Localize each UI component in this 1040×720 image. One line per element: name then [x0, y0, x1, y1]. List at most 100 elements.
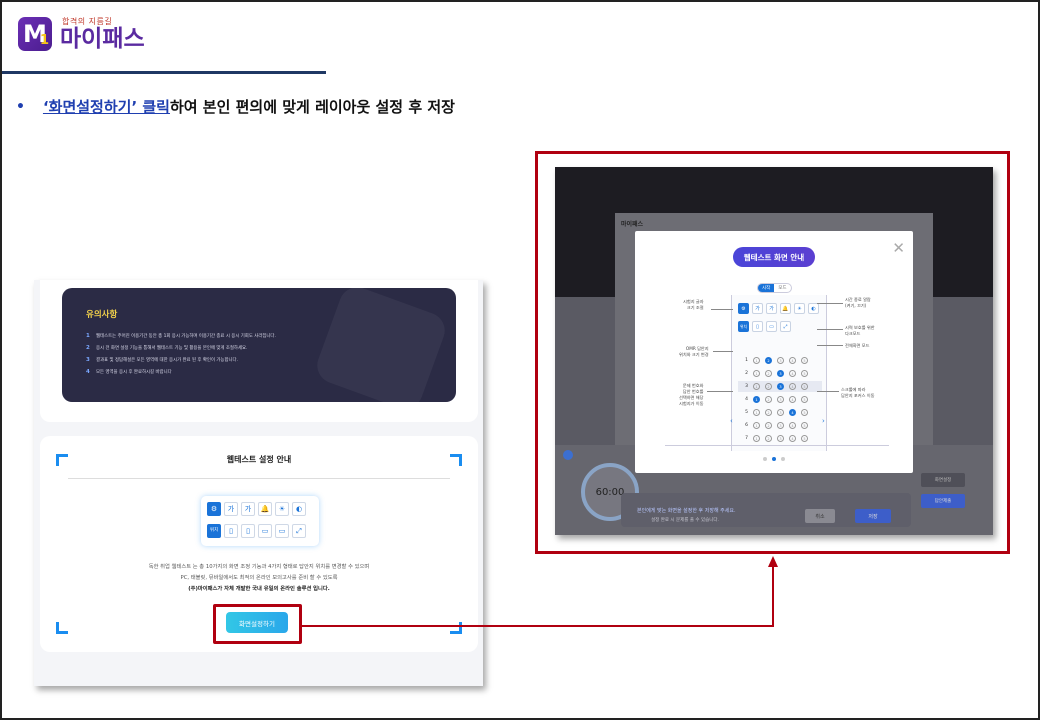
- bell-icon: 🔔: [258, 502, 272, 516]
- answer-bubble[interactable]: 2: [765, 409, 772, 416]
- annotation-scroll-focus: 스크롤에 따라 답안지 포커스 이동: [841, 387, 875, 398]
- answer-bubble[interactable]: 1: [753, 383, 760, 390]
- corner-bracket-icon: [56, 622, 68, 634]
- answer-bubble[interactable]: 4: [789, 370, 796, 377]
- answer-bubble[interactable]: 5: [801, 383, 808, 390]
- guide-title: 웹테스트 설정 안내: [226, 455, 292, 464]
- answer-bubble[interactable]: 4: [789, 383, 796, 390]
- instruction-line: • ‘화면설정하기’ 클릭 하여 본인 편의에 맞게 레이아웃 설정 후 저장: [16, 96, 455, 117]
- answer-bubble[interactable]: 2: [765, 370, 772, 377]
- answer-bubble[interactable]: 3: [777, 383, 784, 390]
- answer-bubble[interactable]: 4: [789, 422, 796, 429]
- instruction-link[interactable]: ‘화면설정하기’ 클릭: [43, 96, 170, 117]
- answer-bubble[interactable]: 4: [789, 396, 796, 403]
- answer-bubble[interactable]: 5: [801, 370, 808, 377]
- answer-bubble[interactable]: 3: [777, 422, 784, 429]
- font-size-up-icon: 가: [752, 303, 763, 314]
- close-icon[interactable]: ✕: [892, 241, 905, 256]
- dark-mode-icon: ◐: [808, 303, 819, 314]
- bullet-icon: •: [16, 98, 25, 115]
- answer-row: 612345: [738, 420, 822, 431]
- cancel-button[interactable]: 취소: [805, 509, 835, 523]
- notice-list: 1 웹테스트는 주어진 이용기간 동안 총 1회 응시 가능하며 이용기간 종료 …: [86, 330, 276, 378]
- answer-bubble[interactable]: 2: [765, 396, 772, 403]
- answer-bubble[interactable]: 1: [753, 370, 760, 377]
- guide-description: 독한 취업 웹테스트 는 총 10가지의 화면 조정 기능과 4가지 형태로 답…: [148, 564, 370, 592]
- corner-bracket-icon: [450, 622, 462, 634]
- answer-bubble[interactable]: 5: [801, 435, 808, 442]
- modal-title: 웹테스트 화면 안내: [733, 247, 815, 267]
- pagination-dots: [763, 457, 785, 461]
- answer-bubble[interactable]: 3: [777, 409, 784, 416]
- font-size-down-icon: 가: [241, 502, 255, 516]
- annotation-line: [711, 309, 733, 310]
- answer-row: 712345: [738, 433, 822, 444]
- answer-bubble[interactable]: 5: [801, 357, 808, 364]
- answer-bubble[interactable]: 5: [801, 422, 808, 429]
- pagination-dot-active[interactable]: [772, 457, 776, 461]
- question-number[interactable]: 4: [738, 397, 748, 402]
- answer-bubble[interactable]: 1: [753, 422, 760, 429]
- answer-bubble[interactable]: 3: [777, 435, 784, 442]
- decorative-shape-icon: [312, 288, 450, 402]
- answer-bubble[interactable]: 2: [765, 422, 772, 429]
- omr-next-icon[interactable]: ›: [822, 417, 825, 425]
- button-highlight-box: [213, 604, 302, 644]
- bell-icon: 🔔: [780, 303, 791, 314]
- question-number[interactable]: 3: [738, 384, 748, 389]
- answer-bubble[interactable]: 1: [753, 435, 760, 442]
- answer-row: 412345: [738, 394, 822, 405]
- fullscreen-icon: ⤢: [780, 321, 791, 332]
- answer-bubble[interactable]: 4: [789, 435, 796, 442]
- question-number[interactable]: 1: [738, 358, 748, 363]
- answer-bubble[interactable]: 1: [753, 357, 760, 364]
- question-number[interactable]: 7: [738, 436, 748, 441]
- logo-name: 마이패스: [60, 26, 145, 52]
- answer-bubble[interactable]: 3: [777, 396, 784, 403]
- answer-bubble[interactable]: 2: [765, 435, 772, 442]
- side-settings-button[interactable]: 화면설정: [921, 473, 965, 487]
- question-number[interactable]: 2: [738, 371, 748, 376]
- screen-guide-modal: 웹테스트 화면 안내 ✕ ⚙ 가 가 🔔 ☀ ◐ 위치 ▯ ▭ ⤢ 112345…: [635, 231, 913, 473]
- position-icon: 위치: [207, 524, 221, 538]
- answer-bubble[interactable]: 1: [753, 409, 760, 416]
- answer-row: 112345: [738, 355, 822, 366]
- answer-bubble[interactable]: 5: [801, 396, 808, 403]
- answer-bubble[interactable]: 2: [765, 383, 772, 390]
- annotation-line: [817, 391, 839, 392]
- tab-mode[interactable]: 모드: [774, 284, 790, 292]
- tab-start[interactable]: 시작: [758, 284, 775, 292]
- question-number[interactable]: 5: [738, 410, 748, 415]
- right-screenshot: 마이패스 60:00 본인에게 맞는 화면을 설정한 후 저장해 주세요. 설정…: [555, 167, 993, 535]
- save-button[interactable]: 저장: [855, 509, 891, 523]
- omr-prev-icon[interactable]: ‹: [730, 417, 733, 425]
- notice-item: 4 모든 영역을 응시 후 완료하시길 바랍니다: [86, 369, 172, 375]
- annotation-line: [707, 391, 733, 392]
- answer-bubble[interactable]: 1: [753, 396, 760, 403]
- question-number[interactable]: 6: [738, 423, 748, 428]
- save-prompt-subtext: 설정 완료 시 문제를 풀 수 있습니다.: [651, 518, 719, 523]
- annotation-omr-position: OMR 답안지 위치와 크기 변경: [679, 346, 709, 357]
- page-logo: 마이패스: [621, 221, 644, 228]
- annotation-fullscreen: 전체화면 모드: [845, 343, 870, 348]
- notice-card: 유의사항 1 웹테스트는 주어진 이용기간 동안 총 1회 응시 가능하며 이용기…: [40, 280, 478, 422]
- font-size-down-icon: 가: [766, 303, 777, 314]
- pagination-dot[interactable]: [763, 457, 767, 461]
- divider: [665, 445, 889, 446]
- answer-bubble[interactable]: 4: [789, 357, 796, 364]
- logo-mark-icon: M 1: [18, 16, 52, 51]
- answer-bubble[interactable]: 3: [777, 370, 784, 377]
- answer-bubble[interactable]: 3: [777, 357, 784, 364]
- layout-left-icon: ▯: [752, 321, 763, 332]
- mypass-logo: M 1 합격의 지름길 마이패스: [18, 16, 145, 51]
- answer-bubble[interactable]: 4: [789, 409, 796, 416]
- pagination-dot[interactable]: [781, 457, 785, 461]
- layout-left-icon: ▯: [224, 524, 238, 538]
- layout-bottom-icon: ▭: [258, 524, 272, 538]
- dark-mode-icon: ◐: [292, 502, 306, 516]
- notice-item: 2 응시 전 화면 설정 기능을 통해서 웹테스트 기능 및 활용을 본인에 맞게…: [86, 345, 248, 351]
- position-icon: 위치: [738, 321, 749, 332]
- answer-bubble[interactable]: 2: [765, 357, 772, 364]
- answer-bubble[interactable]: 5: [801, 409, 808, 416]
- side-submit-button[interactable]: 답안제출: [921, 494, 965, 508]
